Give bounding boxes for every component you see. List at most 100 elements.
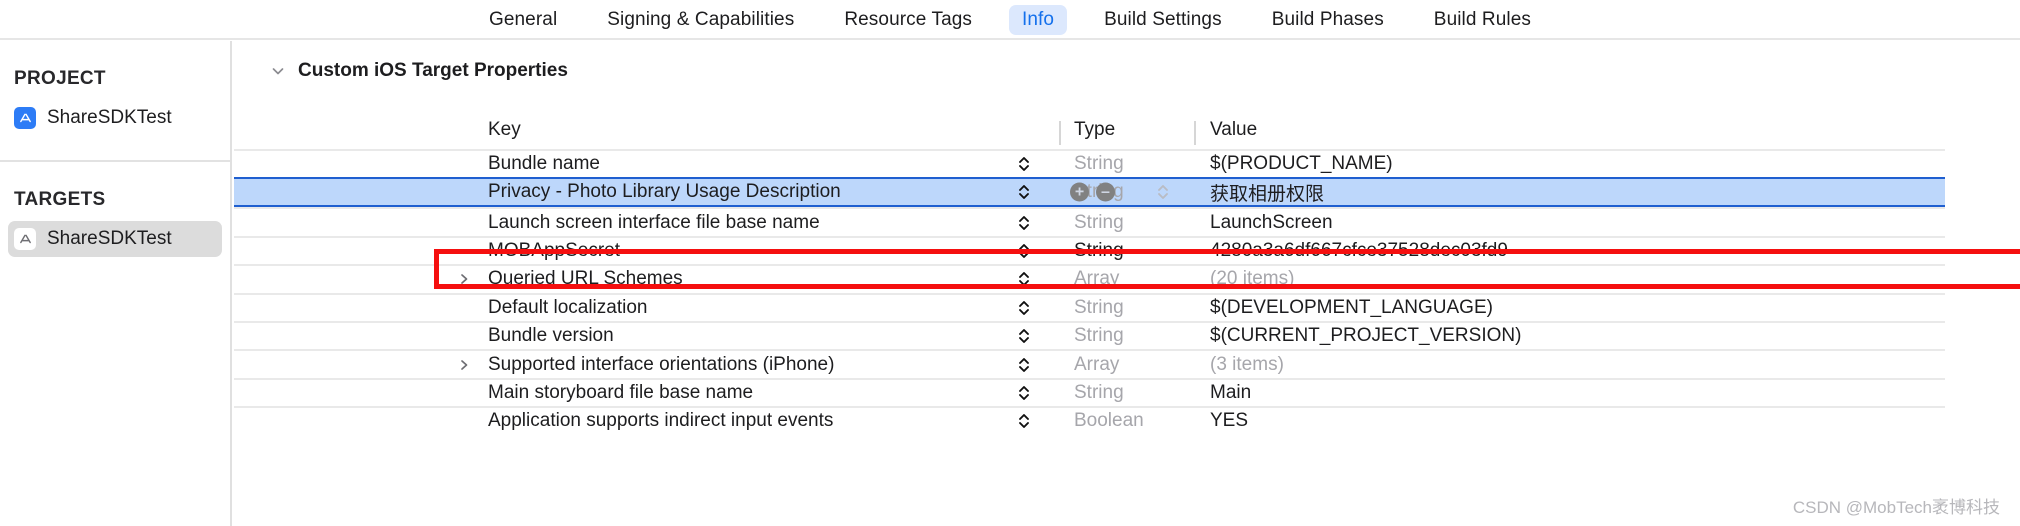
add-row-icon[interactable]: + [1070,183,1089,202]
chevron-down-icon[interactable] [270,63,286,79]
chevron-right-icon[interactable] [456,357,472,373]
cell-type[interactable]: String [1059,151,1194,177]
table-body: Bundle nameString$(PRODUCT_NAME)Privacy … [234,149,1945,435]
column-header-value[interactable]: Value [1194,119,1945,141]
cell-value[interactable]: $(CURRENT_PROJECT_VERSION) [1194,323,1945,349]
cell-key[interactable]: Main storyboard file base name [234,380,1059,406]
key-stepper[interactable] [1017,154,1031,174]
value-label: (20 items) [1210,268,1294,290]
value-label: 4280a3a6df667cfce37528dec03fd9 [1210,240,1508,262]
info-editor-main: Custom iOS Target Properties Key Type Va… [234,41,2020,526]
cell-value[interactable]: $(PRODUCT_NAME) [1194,151,1945,177]
cell-key[interactable]: Default localization [234,295,1059,321]
cell-key[interactable]: Bundle version [234,323,1059,349]
cell-key[interactable]: Launch screen interface file base name [234,209,1059,235]
cell-key[interactable]: Bundle name [234,151,1059,177]
table-header-row: Key Type Value [234,105,1945,149]
cell-type[interactable]: String [1059,209,1194,235]
cell-type[interactable]: Array [1059,266,1194,292]
tab-general[interactable]: General [476,5,570,35]
cell-value[interactable]: $(DEVELOPMENT_LANGUAGE) [1194,295,1945,321]
cell-value[interactable]: LaunchScreen [1194,209,1945,235]
key-label: Bundle name [234,153,600,175]
table-row[interactable]: Privacy - Photo Library Usage Descriptio… [234,177,1945,207]
table-row[interactable]: Default localizationString $(DEVELOPMENT_… [234,293,1945,321]
tab-info[interactable]: Info [1009,5,1067,35]
key-stepper[interactable] [1017,213,1031,233]
tab-build-settings[interactable]: Build Settings [1091,5,1235,35]
key-label: Main storyboard file base name [234,382,753,404]
sidebar-item-label: ShareSDKTest [47,107,172,129]
cell-key[interactable]: Application supports indirect input even… [234,408,1059,434]
key-label: Privacy - Photo Library Usage Descriptio… [234,181,841,203]
cell-key[interactable]: Privacy - Photo Library Usage Descriptio… [234,179,1059,205]
key-stepper[interactable] [1017,182,1031,202]
key-stepper[interactable] [1017,326,1031,346]
row-add-remove-controls: +– [1070,183,1115,202]
section-header-row[interactable]: Custom iOS Target Properties [234,41,2020,82]
table-row[interactable]: Main storyboard file base name String Main [234,378,1945,406]
key-label: Bundle version [234,325,614,347]
cell-value[interactable]: (3 items) [1194,351,1945,377]
column-header-type[interactable]: Type [1059,119,1194,141]
value-label: $(CURRENT_PROJECT_VERSION) [1210,325,1521,347]
key-label: Application supports indirect input even… [234,410,833,432]
table-row[interactable]: Bundle name String$(PRODUCT_NAME) [234,149,1945,177]
targets-list: ShareSDKTest [0,221,230,257]
cell-value[interactable]: YES [1194,408,1945,434]
sidebar-item-sharesdktest[interactable]: ShareSDKTest [8,100,222,136]
key-stepper[interactable] [1017,411,1031,431]
table-row[interactable]: Application supports indirect input even… [234,406,1945,434]
cell-type[interactable]: String [1059,380,1194,406]
sidebar-item-sharesdktest[interactable]: ShareSDKTest [8,221,222,257]
table-row[interactable]: Supported interface orientations (iPhone… [234,349,1945,377]
cell-type[interactable]: String [1059,295,1194,321]
tab-bar-divider [0,38,2020,40]
tab-build-rules[interactable]: Build Rules [1421,5,1544,35]
value-label: 获取相册权限 [1210,179,1324,206]
key-stepper[interactable] [1017,298,1031,318]
table-row[interactable]: Launch screen interface file base nameSt… [234,207,1945,235]
cell-value[interactable]: 4280a3a6df667cfce37528dec03fd9 [1194,238,1945,264]
tab-resource-tags[interactable]: Resource Tags [831,5,985,35]
value-label: Main [1210,382,1251,404]
tab-build-phases[interactable]: Build Phases [1259,5,1397,35]
table-row[interactable]: MOBAppSecretString 4280a3a6df667cfce37528… [234,236,1945,264]
table-row[interactable]: Bundle version String $(CURRENT_PROJECT_VE… [234,321,1945,349]
project-navigator-sidebar: PROJECT ShareSDKTest TARGETS ShareSDKTes… [0,41,232,526]
cell-key[interactable]: MOBAppSecret [234,238,1059,264]
value-label: $(DEVELOPMENT_LANGUAGE) [1210,297,1493,319]
key-stepper[interactable] [1017,383,1031,403]
project-list: ShareSDKTest [0,100,230,136]
value-label: (3 items) [1210,354,1284,376]
type-stepper[interactable] [1156,182,1170,202]
cell-value[interactable]: 获取相册权限 [1194,179,1945,205]
cell-type[interactable]: String [1059,238,1194,264]
tab-signing-capabilities[interactable]: Signing & Capabilities [594,5,807,35]
cell-type[interactable]: Boolean [1059,408,1194,434]
table-row[interactable]: Queried URL SchemesArray (20 items) [234,264,1945,292]
page-title: Custom iOS Target Properties [298,60,568,82]
value-label: YES [1210,410,1248,432]
value-label: LaunchScreen [1210,212,1333,234]
sidebar-item-label: ShareSDKTest [47,228,172,250]
cell-type[interactable]: Array [1059,351,1194,377]
key-stepper[interactable] [1017,355,1031,375]
targets-section-header: TARGETS [0,162,230,211]
cell-value[interactable]: (20 items) [1194,266,1945,292]
cell-value[interactable]: Main [1194,380,1945,406]
key-stepper[interactable] [1017,241,1031,261]
cell-key[interactable]: Queried URL Schemes [234,266,1059,292]
chevron-right-icon[interactable] [456,271,472,287]
key-stepper[interactable] [1017,269,1031,289]
key-label: Supported interface orientations (iPhone… [234,354,834,376]
editor-tab-bar: General Signing & Capabilities Resource Ta… [0,0,2020,39]
app-store-icon [14,107,36,129]
app-store-icon [14,228,36,250]
remove-row-icon[interactable]: – [1096,183,1115,202]
column-header-key[interactable]: Key [234,119,1059,141]
plist-table: Key Type Value Bundle nameString$(PRODUC… [234,105,1945,435]
xcode-info-pane: General Signing & Capabilities Resource Ta… [0,0,2020,526]
cell-type[interactable]: String [1059,323,1194,349]
cell-key[interactable]: Supported interface orientations (iPhone… [234,351,1059,377]
